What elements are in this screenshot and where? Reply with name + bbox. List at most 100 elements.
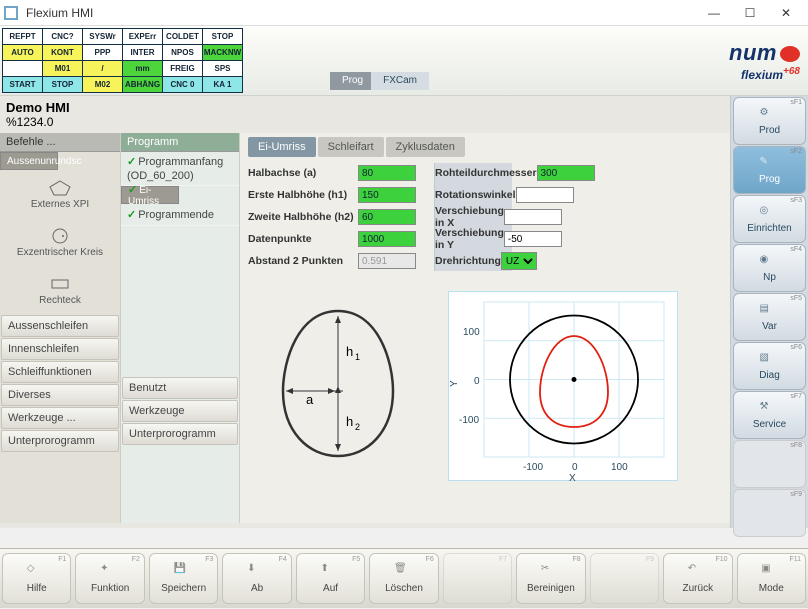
svg-text:-100: -100	[459, 415, 479, 426]
brand-logo: num	[729, 40, 800, 66]
maximize-button[interactable]: ☐	[732, 1, 768, 25]
program-panel: Programm Programmanfang (OD_60_200)Ei-Um…	[120, 133, 240, 523]
status-cell: KA 1	[203, 77, 243, 93]
status-cell: NPOS	[163, 45, 203, 61]
prod-icon: ⚙	[760, 107, 780, 123]
breadcrumb-prog[interactable]: Prog	[330, 72, 375, 90]
svg-text:100: 100	[611, 462, 628, 473]
status-cell: mm	[123, 61, 163, 77]
commands-button[interactable]: Innenschleifen	[1, 338, 119, 360]
fkey-bereinigen[interactable]: F8✂Bereinigen	[516, 553, 585, 604]
param-label: Rotationswinkel	[435, 189, 516, 201]
commands-button[interactable]: Schleiffunktionen	[1, 361, 119, 383]
param-input[interactable]	[358, 209, 416, 225]
softkey-var[interactable]: sF5▤Var	[733, 293, 806, 341]
löschen-icon: 🗑	[394, 563, 414, 581]
commands-button[interactable]: Diverses	[1, 384, 119, 406]
shape-rectangle[interactable]: Rechteck	[0, 266, 120, 314]
param-input[interactable]	[537, 165, 595, 181]
prog-icon: ✎	[760, 156, 780, 172]
minimize-button[interactable]: —	[696, 1, 732, 25]
fkey-ab[interactable]: F4⬇Ab	[222, 553, 291, 604]
param-input[interactable]	[504, 231, 562, 247]
einrichten-icon: ◎	[760, 205, 780, 221]
param-label: Verschiebung in X	[435, 205, 504, 229]
status-cell: STOP	[43, 77, 83, 93]
content-panel: Ei-UmrissSchleifartZyklusdaten Halbachse…	[240, 133, 730, 523]
demo-subtitle: %1234.0	[6, 115, 724, 129]
window-title: Flexium HMI	[22, 6, 696, 20]
program-footer-button[interactable]: Benutzt	[122, 377, 238, 399]
program-footer-button[interactable]: Werkzeuge	[122, 400, 238, 422]
softkey-service[interactable]: sF7⚒Service	[733, 391, 806, 439]
speichern-icon: 💾	[174, 563, 194, 581]
status-cell: EXPErr	[123, 29, 163, 45]
param-label: Verschiebung in Y	[435, 227, 504, 251]
fkey-auf[interactable]: F5⬆Auf	[296, 553, 365, 604]
commands-button[interactable]: Unterprorogramm	[1, 430, 119, 452]
program-header: Demo HMI %1234.0	[0, 96, 730, 133]
product-logo: flexium+68	[729, 66, 800, 82]
plot-center-marker	[572, 377, 577, 382]
param-input[interactable]	[504, 209, 562, 225]
tab-ei-umriss[interactable]: Ei-Umriss	[248, 137, 316, 157]
program-item[interactable]: Ei-Umriss	[121, 186, 179, 204]
zurück-icon: ↶	[688, 563, 708, 581]
commands-button[interactable]: Werkzeuge ...	[1, 407, 119, 429]
param-input[interactable]	[358, 187, 416, 203]
breadcrumb-fxcam[interactable]: FXCam	[371, 72, 429, 90]
egg-h2-label: h	[346, 414, 353, 429]
fkey-speichern[interactable]: F3💾Speichern	[149, 553, 218, 604]
status-cell	[3, 61, 43, 77]
param-label: Abstand 2 Punkten	[248, 255, 358, 267]
program-item[interactable]: Programmanfang (OD_60_200)	[121, 152, 239, 186]
softkey-prod[interactable]: sF1⚙Prod	[733, 97, 806, 145]
status-cell: REFPT	[3, 29, 43, 45]
param-select[interactable]: UZ	[501, 252, 537, 270]
fkey-f7: F7	[443, 553, 512, 604]
breadcrumb: Prog FXCam	[330, 72, 429, 90]
param-input[interactable]	[358, 165, 416, 181]
funktion-icon: ✦	[100, 563, 120, 581]
commands-button[interactable]: Aussenschleifen	[1, 315, 119, 337]
fkey-löschen[interactable]: F6🗑Löschen	[369, 553, 438, 604]
commands-selected[interactable]: Aussenunrundsc	[0, 152, 58, 170]
fkey-funktion[interactable]: F2✦Funktion	[75, 553, 144, 604]
program-item[interactable]: Programmende	[121, 204, 239, 226]
blank-icon	[760, 455, 780, 471]
svg-text:-100: -100	[523, 462, 543, 473]
status-cell: INTER	[123, 45, 163, 61]
tab-schleifart[interactable]: Schleifart	[318, 137, 384, 157]
svg-text:2: 2	[355, 422, 360, 432]
shape-eccentric-circle[interactable]: Exzentrischer Kreis	[0, 218, 120, 266]
ab-icon: ⬇	[247, 563, 267, 581]
param-input[interactable]	[358, 231, 416, 247]
header-band: REFPTCNC?SYSWrEXPErrCOLDETSTOPAUTOKONTPP…	[0, 26, 808, 96]
status-cell: MACKNW	[203, 45, 243, 61]
status-cell: AUTO	[3, 45, 43, 61]
softkey-diag[interactable]: sF6▧Diag	[733, 342, 806, 390]
close-button[interactable]: ✕	[768, 1, 804, 25]
softkey-einrichten[interactable]: sF3◎Einrichten	[733, 195, 806, 243]
shape-pentagon[interactable]: Externes XPI	[0, 170, 120, 218]
param-label: Rohteildurchmesser	[435, 167, 537, 179]
status-cell: CNC?	[43, 29, 83, 45]
bereinigen-icon: ✂	[541, 563, 561, 581]
program-footer-button[interactable]: Unterprorogramm	[122, 423, 238, 445]
fkey-zurück[interactable]: F10↶Zurück	[663, 553, 732, 604]
softkey-np[interactable]: sF4◉Np	[733, 244, 806, 292]
tab-zyklusdaten[interactable]: Zyklusdaten	[386, 137, 465, 157]
status-cell: PPP	[83, 45, 123, 61]
param-label: Halbachse (a)	[248, 167, 358, 179]
param-label: Zweite Halbhöhe (h2)	[248, 211, 358, 223]
fkey-mode[interactable]: F11▣Mode	[737, 553, 806, 604]
app-icon	[4, 6, 18, 20]
blank-icon	[614, 569, 634, 587]
fkey-hilfe[interactable]: F1◇Hilfe	[2, 553, 71, 604]
status-cell: SYSWr	[83, 29, 123, 45]
softkey-prog[interactable]: sF2✎Prog	[733, 146, 806, 194]
blank-icon	[467, 569, 487, 587]
param-input[interactable]	[516, 187, 574, 203]
svg-text:X: X	[569, 473, 576, 482]
param-label: Erste Halbhöhe (h1)	[248, 189, 358, 201]
